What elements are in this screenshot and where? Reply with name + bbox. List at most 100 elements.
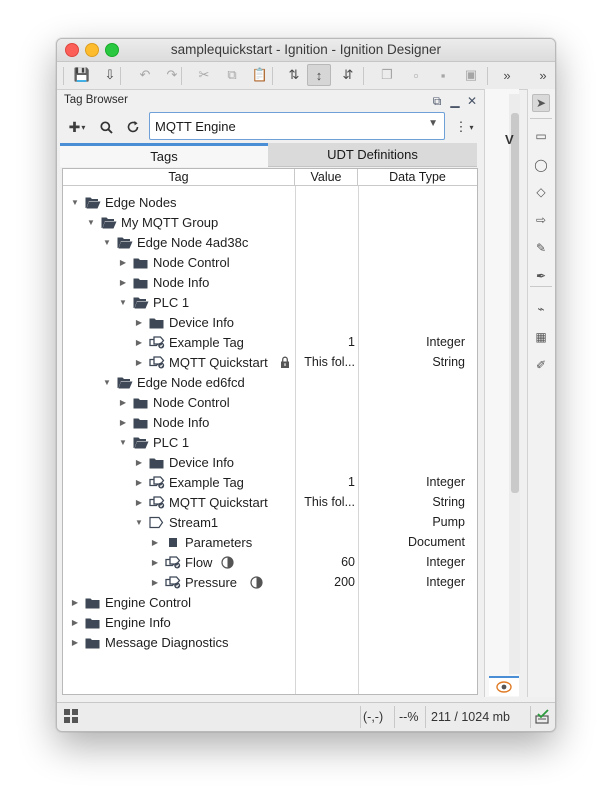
float-panel-icon[interactable]: ⧉ [430,93,444,109]
kebab-menu-icon[interactable]: ⋮ ▾ [454,118,474,136]
refresh-icon[interactable] [124,118,142,136]
pen-icon[interactable]: ✒ [532,267,550,285]
expanded-arrow-icon[interactable]: ▼ [103,238,111,247]
collapsed-arrow-icon[interactable]: ▶ [135,458,143,467]
bring-front-icon[interactable]: ▪ [431,64,455,86]
collapsed-arrow-icon[interactable]: ▶ [71,618,79,627]
tag-name: Message Diagnostics [105,635,229,650]
side-panel-tab[interactable] [489,676,519,696]
tree-row[interactable]: ▶ Pressure 200 Integer [63,573,477,593]
cut-icon[interactable]: ✂ [192,64,216,86]
folder-icon [85,616,100,629]
tree-row[interactable]: ▶ Device Info [63,313,477,333]
column-header-tag[interactable]: Tag [63,169,295,186]
expanded-arrow-icon[interactable]: ▼ [119,298,127,307]
comment-icon[interactable]: ▭ [532,127,550,145]
close-panel-icon[interactable]: ✕ [465,93,479,109]
group-icon[interactable]: ❐ [375,64,399,86]
collapsed-arrow-icon[interactable]: ▶ [135,338,143,347]
paste-icon[interactable]: 📋 [248,64,272,86]
collapsed-arrow-icon[interactable]: ▶ [151,578,159,587]
add-tag-button[interactable]: ✚ ▾ [66,118,88,136]
status-check-icon[interactable] [535,709,550,727]
tree-row[interactable]: ▶ Node Info [63,273,477,293]
tag-icon [149,496,165,509]
collapsed-arrow-icon[interactable]: ▶ [151,538,159,547]
tag-name: PLC 1 [153,295,190,310]
tree-row[interactable]: ▼ My MQTT Group [63,213,477,233]
arrow-icon[interactable]: ⇨ [532,211,550,229]
fill-icon[interactable]: ◇ [532,183,550,201]
push-icon[interactable]: ⇵ [336,64,360,86]
status-divider [425,706,426,728]
tree-row[interactable]: ▶ Engine Control [63,593,477,613]
tab-tags[interactable]: Tags [60,143,268,167]
send-back-icon[interactable]: ▣ [459,64,483,86]
search-icon[interactable] [97,118,115,136]
collapsed-arrow-icon[interactable]: ▶ [135,358,143,367]
expanded-arrow-icon[interactable]: ▼ [71,198,79,207]
tag-value: This fol... [304,355,355,369]
tree-row[interactable]: ▼ PLC 1 [63,433,477,453]
expanded-arrow-icon[interactable]: ▼ [103,378,111,387]
lasso-icon[interactable]: ◯ [532,156,550,174]
pointer-icon[interactable]: ➤ [532,94,550,112]
collapsed-arrow-icon[interactable]: ▶ [71,638,79,647]
tree-row[interactable]: ▶ Flow 60 Integer [63,553,477,573]
tree-row[interactable]: ▼ Edge Nodes [63,193,477,213]
expanded-arrow-icon[interactable]: ▼ [119,438,127,447]
tree-row[interactable]: ▶ MQTT Quickstart This fol... String [63,493,477,513]
copy-icon[interactable]: ⧉ [220,64,244,86]
tree-row[interactable]: ▶ Example Tag 1 Integer [63,473,477,493]
collapsed-arrow-icon[interactable]: ▶ [119,258,127,267]
collapsed-arrow-icon[interactable]: ▶ [151,558,159,567]
tree-row[interactable]: ▶ Message Diagnostics [63,633,477,653]
collapsed-arrow-icon[interactable]: ▶ [119,278,127,287]
toolbar-overflow-button[interactable]: » [495,64,519,86]
side-panel-scroll-thumb[interactable] [511,113,519,493]
tag-provider-select[interactable]: MQTT Engine ▼ [149,112,445,140]
tree-row[interactable]: ▼ Edge Node 4ad38c [63,233,477,253]
save-download-icon[interactable]: ⇩ [98,64,122,86]
folder-open-icon [117,376,133,389]
column-header-value[interactable]: Value [295,169,358,186]
collapsed-arrow-icon[interactable]: ▶ [135,318,143,327]
tree-row[interactable]: ▶ Node Info [63,413,477,433]
grid-icon[interactable] [64,709,78,726]
undo-icon[interactable]: ↶ [133,64,157,86]
expanded-arrow-icon[interactable]: ▼ [87,218,95,227]
pencil-icon[interactable]: ✎ [532,239,550,257]
tree-row[interactable]: ▶ Example Tag 1 Integer [63,333,477,353]
redo-icon[interactable]: ↷ [160,64,184,86]
tree-row[interactable]: ▼ PLC 1 [63,293,477,313]
expanded-arrow-icon[interactable]: ▼ [135,518,143,527]
tree-row[interactable]: ▼ Edge Node ed6fcd [63,373,477,393]
tree-row[interactable]: ▶ Node Control [63,253,477,273]
minimize-panel-icon[interactable]: ▁ [448,93,462,109]
tab-udt-definitions[interactable]: UDT Definitions [268,143,477,167]
gradient-icon[interactable]: ▦ [532,328,550,346]
tool-palette-overflow-button[interactable]: » [531,64,555,86]
tag-name: Node Control [153,255,230,270]
toolbar-separator [487,67,488,85]
tree-row[interactable]: ▶ Engine Info [63,613,477,633]
collapsed-arrow-icon[interactable]: ▶ [119,398,127,407]
tree-row[interactable]: ▶ MQTT Quickstart This fol... String [63,353,477,373]
collapsed-arrow-icon[interactable]: ▶ [135,498,143,507]
tree-row[interactable]: ▶ Device Info [63,453,477,473]
collapsed-arrow-icon[interactable]: ▶ [135,478,143,487]
tree-row[interactable]: ▼ Stream1 Pump [63,513,477,533]
tree-row[interactable]: ▶ Parameters Document [63,533,477,553]
bind-icon[interactable]: ⇅ [282,64,306,86]
tag-data-type: Integer [426,575,465,589]
column-header-data-type[interactable]: Data Type [358,169,477,186]
save-icon[interactable]: 💾 [70,64,94,86]
collapsed-arrow-icon[interactable]: ▶ [119,418,127,427]
eye-icon [496,681,512,693]
eyedropper-icon[interactable]: ✐ [532,356,550,374]
node-icon[interactable]: ⌁ [532,300,550,318]
snap-icon[interactable]: ↕ [307,64,331,86]
tree-row[interactable]: ▶ Node Control [63,393,477,413]
collapsed-arrow-icon[interactable]: ▶ [71,598,79,607]
ungroup-icon[interactable]: ▫ [404,64,428,86]
